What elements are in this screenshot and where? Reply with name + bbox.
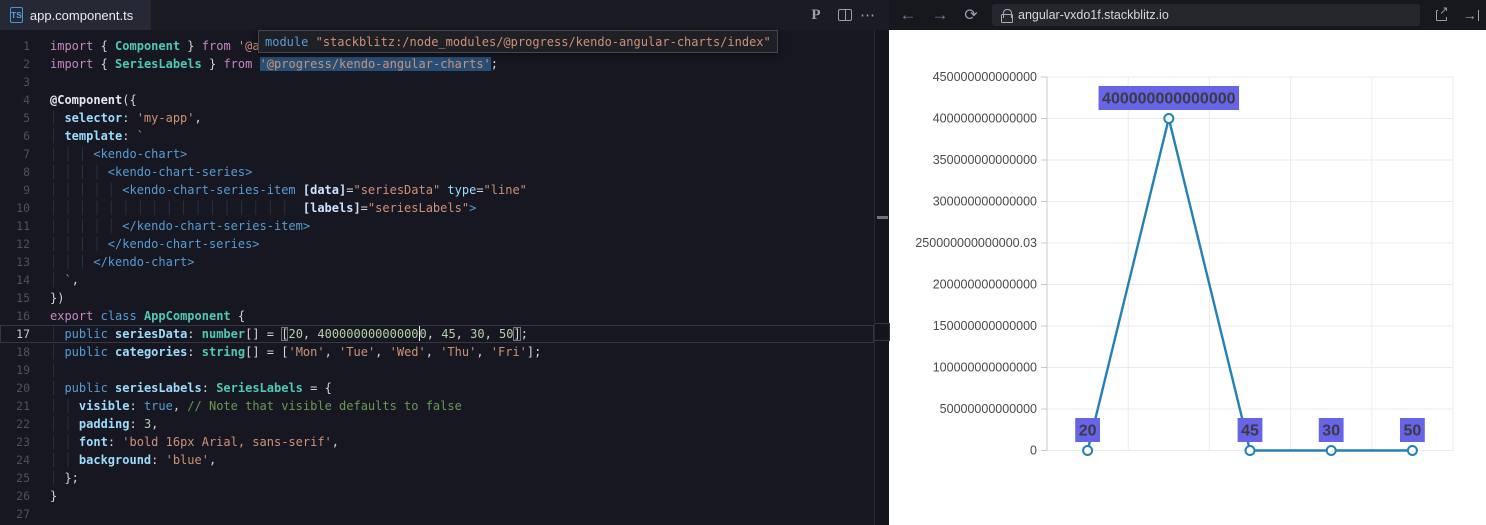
forward-icon[interactable]: → bbox=[926, 0, 954, 30]
preview-url: angular-vxdo1f.stackblitz.io bbox=[1018, 8, 1169, 22]
line-number: 19 bbox=[16, 363, 30, 377]
code-line[interactable]: 19 │ bbox=[0, 361, 874, 379]
refresh-icon[interactable]: ⟳ bbox=[957, 0, 985, 30]
code-line[interactable]: 2 import { SeriesLabels } from '@progress… bbox=[0, 55, 874, 73]
line-number: 12 bbox=[16, 237, 30, 251]
code-line[interactable]: 23 │ │ font: 'bold 16px Arial, sans-serif… bbox=[0, 433, 874, 451]
line-number: 5 bbox=[23, 111, 30, 125]
y-tick-label: 450000000000000 bbox=[933, 70, 1037, 84]
series-marker bbox=[1082, 445, 1094, 456]
y-tick-label: 350000000000000 bbox=[933, 153, 1037, 167]
code-line[interactable]: 24 │ │ background: 'blue', bbox=[0, 451, 874, 469]
series-label: 45 bbox=[1241, 423, 1259, 440]
line-number: 15 bbox=[16, 291, 30, 305]
code-line[interactable]: 25 │ }; bbox=[0, 469, 874, 487]
overview-current-line-box bbox=[874, 323, 890, 341]
open-external-glyph: ↗ bbox=[1435, 3, 1450, 21]
code-line[interactable]: 22 │ │ padding: 3, bbox=[0, 415, 874, 433]
lock-icon bbox=[1001, 9, 1013, 23]
overview-ruler-mark bbox=[877, 216, 888, 219]
arrow-to-bar-glyph: → bbox=[1462, 7, 1477, 23]
y-tick-label: 400000000000000 bbox=[933, 112, 1037, 126]
line-number: 2 bbox=[23, 57, 30, 71]
code-line[interactable]: 10 │ │ │ │ │ │ │ │ │ │ │ │ │ │ │ │ │ [lab… bbox=[0, 199, 874, 217]
more-actions-icon[interactable]: ⋯ bbox=[856, 0, 880, 30]
y-tick-label: 200000000000000 bbox=[933, 278, 1037, 292]
series-marker bbox=[1325, 445, 1337, 456]
line-number: 24 bbox=[16, 453, 30, 467]
line-number: 26 bbox=[16, 489, 30, 503]
line-number: 14 bbox=[16, 273, 30, 287]
series-marker bbox=[1163, 113, 1175, 124]
line-number: 23 bbox=[16, 435, 30, 449]
code-line[interactable]: 18 │ public categories: string[] = ['Mon'… bbox=[0, 343, 874, 361]
split-editor-glyph bbox=[838, 9, 852, 21]
line-number: 27 bbox=[16, 507, 30, 521]
series-label: 20 bbox=[1079, 423, 1097, 440]
code-line[interactable]: 9 │ │ │ │ │ <kendo-chart-series-item [dat… bbox=[0, 181, 874, 199]
code-line[interactable]: 7 │ │ │ <kendo-chart> bbox=[0, 145, 874, 163]
series-label: 400000000000000 bbox=[1102, 91, 1236, 108]
line-number: 3 bbox=[23, 75, 30, 89]
line-number: 21 bbox=[16, 399, 30, 413]
open-external-icon[interactable]: ↗ bbox=[1428, 0, 1454, 30]
code-line[interactable]: 13 │ │ │ </kendo-chart> bbox=[0, 253, 874, 271]
line-number: 4 bbox=[23, 93, 30, 107]
stackblitz-window: { "topbar": { "tab": { "file_icon": "TS"… bbox=[0, 0, 1486, 525]
line-number: 25 bbox=[16, 471, 30, 485]
tab-label: app.component.ts bbox=[29, 7, 134, 23]
line-number: 7 bbox=[23, 147, 30, 161]
code-line[interactable]: 27 bbox=[0, 505, 874, 523]
code-line[interactable]: 20 │ public seriesLabels: SeriesLabels = … bbox=[0, 379, 874, 397]
line-number: 1 bbox=[23, 39, 30, 53]
code-line[interactable]: 12 │ │ │ │ </kendo-chart-series> bbox=[0, 235, 874, 253]
y-tick-label: 50000000000000 bbox=[940, 402, 1037, 416]
series-label: 50 bbox=[1404, 423, 1422, 440]
y-tick-label: 150000000000000 bbox=[933, 319, 1037, 333]
code-line[interactable]: 15}) bbox=[0, 289, 874, 307]
code-line[interactable]: 14 │ `, bbox=[0, 271, 874, 289]
line-number: 22 bbox=[16, 417, 30, 431]
series-label: 30 bbox=[1322, 423, 1340, 440]
line-number: 13 bbox=[16, 255, 30, 269]
line-number: 10 bbox=[16, 201, 30, 215]
code-line[interactable]: 21 │ │ visible: true, // Note that visibl… bbox=[0, 397, 874, 415]
split-editor-icon[interactable] bbox=[833, 0, 857, 30]
code-line[interactable]: 6 │ template: ` bbox=[0, 127, 874, 145]
code-line[interactable]: 8 │ │ │ │ <kendo-chart-series> bbox=[0, 163, 874, 181]
top-bar: TS app.component.ts P ⋯ ← → ⟳ angular-vx… bbox=[0, 0, 1486, 30]
line-number: 8 bbox=[23, 165, 30, 179]
line-number: 20 bbox=[16, 381, 30, 395]
code-editor[interactable]: 1 import { Component } from '@a 2 import { … bbox=[0, 30, 874, 525]
kendo-line-chart: 450000000000000 400000000000000 3500000000… bbox=[915, 70, 1454, 458]
preview-url-bar[interactable]: angular-vxdo1f.stackblitz.io bbox=[992, 4, 1420, 26]
series-marker bbox=[1406, 445, 1418, 456]
series-marker bbox=[1244, 445, 1256, 456]
code-line[interactable]: 26} bbox=[0, 487, 874, 505]
code-line[interactable]: 11 │ │ │ │ │ </kendo-chart-series-item> bbox=[0, 217, 874, 235]
code-line[interactable]: 3 bbox=[0, 73, 874, 91]
open-right-panel-icon[interactable]: → bbox=[1458, 0, 1484, 30]
line-number: 16 bbox=[16, 309, 30, 323]
tab-app-component-ts[interactable]: TS app.component.ts bbox=[0, 0, 151, 30]
typescript-file-icon: TS bbox=[10, 7, 23, 23]
line-number: 9 bbox=[23, 183, 30, 197]
y-tick-label: 100000000000000 bbox=[933, 361, 1037, 375]
module-hover-tooltip: module "stackblitz:/node_modules/@progre… bbox=[258, 30, 778, 53]
line-number: 11 bbox=[16, 219, 30, 233]
code-line[interactable]: 5 │ selector: 'my-app', bbox=[0, 109, 874, 127]
prettier-icon[interactable]: P bbox=[804, 0, 828, 30]
code-line[interactable]: 16 export class AppComponent { bbox=[0, 307, 874, 325]
preview-pane: 450000000000000 400000000000000 3500000000… bbox=[889, 30, 1486, 525]
line-number: 17 bbox=[16, 327, 30, 341]
code-line[interactable]: 17 │ public seriesData: number[] = [20, 4… bbox=[0, 325, 874, 343]
editor-scrollbar[interactable] bbox=[874, 30, 890, 525]
code-line[interactable]: 4 @Component({ bbox=[0, 91, 874, 109]
y-tick-label: 0 bbox=[1030, 444, 1037, 458]
y-tick-label: 300000000000000 bbox=[933, 195, 1037, 209]
line-number: 6 bbox=[23, 129, 30, 143]
y-tick-label: 250000000000000.03 bbox=[915, 236, 1037, 250]
back-icon[interactable]: ← bbox=[894, 0, 922, 30]
line-number: 18 bbox=[16, 345, 30, 359]
